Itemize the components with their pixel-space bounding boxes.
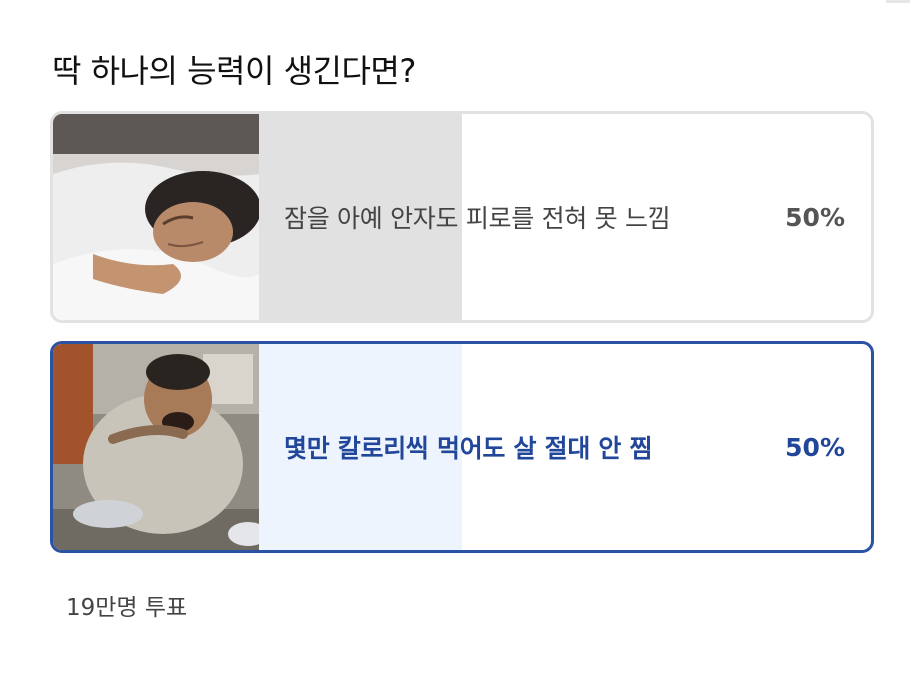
poll-option-1-label: 잠을 아예 안자도 피로를 전혀 못 느낌 [284, 204, 671, 233]
poll-option-2-percent: 50% [785, 432, 845, 462]
poll-question: 딱 하나의 능력이 생긴다면? [52, 52, 416, 90]
eating-man-photo [53, 344, 259, 550]
vote-count: 19만명 투표 [66, 595, 188, 621]
poll-option-2-label: 몇만 칼로리씩 먹어도 살 절대 안 찜 [284, 434, 653, 463]
poll-screen: 딱 하나의 능력이 생긴다면? 잠을 아예 안자도 피로를 전혀 못 느낌 50… [0, 0, 921, 673]
poll-option-1-percent: 50% [785, 202, 845, 232]
sleeping-man-photo [53, 114, 259, 320]
poll-option-1[interactable]: 잠을 아예 안자도 피로를 전혀 못 느낌 50% [50, 111, 874, 323]
poll-option-2[interactable]: 몇만 칼로리씩 먹어도 살 절대 안 찜 50% [50, 341, 874, 553]
corner-divider [886, 0, 910, 3]
